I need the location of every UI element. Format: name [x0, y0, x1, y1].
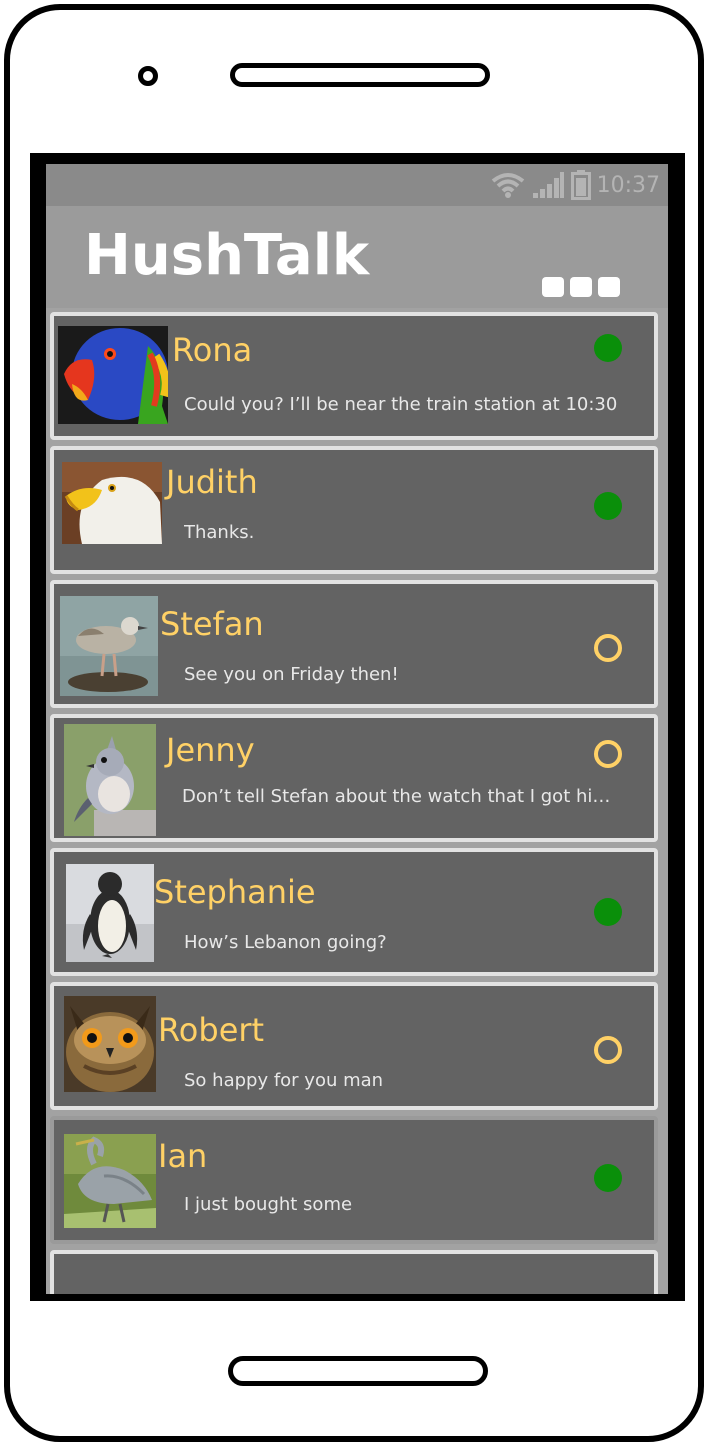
contact-name: Ian [158, 1137, 208, 1175]
status-time: 10:37 [596, 172, 660, 198]
titmouse-avatar [64, 724, 156, 836]
online-status-icon [594, 1164, 622, 1192]
online-status-icon [594, 334, 622, 362]
battery-icon [570, 170, 591, 200]
gull-avatar [60, 596, 158, 696]
contact-name: Robert [158, 1011, 265, 1049]
eagle-avatar [62, 462, 162, 544]
heron-avatar [64, 1134, 156, 1228]
contact-name: Stephanie [154, 873, 316, 911]
conversation-item-robert[interactable]: Robert So happy for you man [50, 982, 658, 1110]
last-message: So happy for you man [184, 1070, 384, 1091]
earpiece-speaker [230, 63, 490, 87]
contact-name: Judith [166, 463, 258, 501]
conversation-item-rona[interactable]: Rona Could you? I’ll be near the train s… [50, 312, 658, 440]
last-message: I just bought some [184, 1194, 353, 1215]
app-title: HushTalk [84, 223, 370, 288]
contact-name: Jenny [166, 731, 255, 769]
signal-icon [532, 172, 564, 198]
offline-status-icon [594, 1036, 622, 1064]
last-message: Could you? I’ll be near the train statio… [184, 394, 618, 415]
last-message: See you on Friday then! [184, 664, 399, 685]
app-bar: HushTalk [46, 206, 668, 308]
home-button[interactable] [228, 1356, 488, 1386]
offline-status-icon [594, 634, 622, 662]
wifi-icon [491, 173, 524, 198]
conversation-item-stefan[interactable]: Stefan See you on Friday then! [50, 580, 658, 708]
conversation-item-jenny[interactable]: Jenny Don’t tell Stefan about the watch … [50, 714, 658, 842]
menu-dot [570, 277, 592, 297]
status-icons: 10:37 [491, 170, 660, 200]
owl-avatar [64, 996, 156, 1092]
more-dots-icon[interactable] [542, 274, 620, 300]
screen: 10:37 HushTalk Rona Could you? I’ll be n… [46, 164, 668, 1294]
status-bar: 10:37 [46, 164, 668, 206]
last-message: How’s Lebanon going? [184, 932, 387, 953]
offline-status-icon [594, 740, 622, 768]
last-message: Thanks. [184, 522, 255, 543]
contact-name: Rona [172, 331, 253, 369]
conversation-item-judith[interactable]: Judith Thanks. [50, 446, 658, 574]
online-status-icon [594, 492, 622, 520]
conversation-item-ian[interactable]: Ian I just bought some [50, 1116, 658, 1244]
contact-name: Stefan [160, 605, 264, 643]
penguin-avatar [66, 864, 154, 962]
parrot-avatar [58, 326, 168, 424]
conversation-item-stephanie[interactable]: Stephanie How’s Lebanon going? [50, 848, 658, 976]
menu-dot [542, 277, 564, 297]
online-status-icon [594, 898, 622, 926]
menu-dot [598, 277, 620, 297]
conversation-item-partial[interactable] [50, 1250, 658, 1294]
front-camera [138, 66, 158, 86]
last-message: Don’t tell Stefan about the watch that I… [182, 786, 622, 807]
